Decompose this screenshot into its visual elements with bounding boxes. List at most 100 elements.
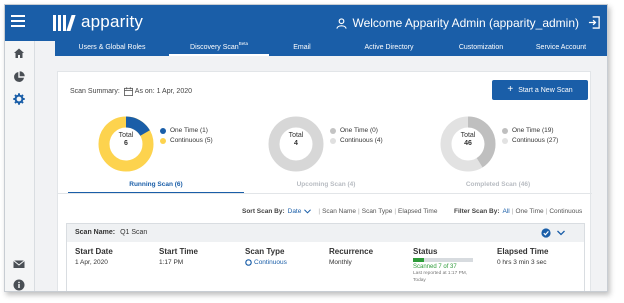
- elapsed-time-value: 0 hrs 3 min 3 sec: [497, 259, 547, 266]
- scan-name-label: Scan Name:: [75, 229, 116, 236]
- running-total: Total 6: [98, 132, 154, 148]
- tab-customization[interactable]: Customization: [443, 41, 519, 56]
- start-date-header: Start Date: [75, 247, 113, 256]
- home-icon[interactable]: [13, 47, 25, 59]
- tab-users-global-roles[interactable]: Users & Global Roles: [55, 41, 169, 56]
- chevron-down-icon[interactable]: [557, 230, 565, 236]
- scan-content: Scan Summary: As on: 1 Apr, 2020 + Start …: [57, 71, 592, 291]
- continuous-legend: Continuous (27): [512, 137, 559, 144]
- start-time-column: Start Time 1:17 PM: [159, 247, 198, 266]
- filter-option-one-time[interactable]: One Time: [515, 208, 543, 215]
- status-header: Status: [413, 247, 438, 256]
- filter-group: Filter Scan By: All | One Time | Continu…: [454, 208, 582, 215]
- scan-item[interactable]: Scan Name: Q1 Scan Start Date 1 Apr, 2020…: [66, 223, 585, 291]
- sort-option-scan-type[interactable]: Scan Type: [362, 208, 393, 215]
- one-time-legend: One Time (0): [340, 127, 378, 134]
- logout-icon[interactable]: [588, 16, 601, 29]
- pie-chart-icon[interactable]: [13, 71, 25, 83]
- gear-icon[interactable]: [13, 93, 25, 105]
- continuous-icon: [245, 259, 252, 266]
- separator: |: [394, 208, 397, 215]
- continuous-dot: [330, 138, 336, 144]
- logo-text: apparity: [81, 12, 144, 31]
- start-time-header: Start Time: [159, 247, 198, 256]
- filter-label: Filter Scan By:: [454, 208, 500, 215]
- upcoming-legend: One Time (0) Continuous (4): [330, 126, 383, 146]
- recurrence-column: Recurrence Monthly: [329, 247, 373, 266]
- one-time-dot: [330, 128, 336, 134]
- scan-type-value: Continuous: [245, 259, 287, 266]
- beta-badge: Beta: [238, 41, 248, 46]
- tab-active-directory[interactable]: Active Directory: [335, 41, 443, 56]
- scan-progress-bar: [413, 258, 473, 262]
- calendar-icon: [123, 87, 133, 96]
- start-new-scan-label: Start a New Scan: [518, 86, 573, 94]
- upcoming-scan-title: Upcoming Scan (4): [296, 181, 356, 188]
- continuous-legend: Continuous (4): [340, 137, 383, 144]
- total-label: Total: [460, 132, 476, 139]
- total-value: 46: [464, 140, 472, 147]
- upcoming-scan-card[interactable]: Total 4 One Time (0) Continuous (4) Upcom…: [238, 108, 414, 192]
- total-label: Total: [118, 132, 134, 139]
- sort-option-date[interactable]: Date: [288, 208, 302, 215]
- completed-total: Total 46: [440, 132, 496, 148]
- completed-legend: One Time (19) Continuous (27): [502, 126, 558, 146]
- sort-option-elapsed-time[interactable]: Elapsed Time: [398, 208, 437, 215]
- divider: [58, 193, 592, 194]
- filter-option-all[interactable]: All: [503, 208, 510, 215]
- tab-email[interactable]: Email: [269, 41, 335, 56]
- upcoming-total: Total 4: [268, 132, 324, 148]
- one-time-dot: [502, 128, 508, 134]
- check-circle-icon[interactable]: [541, 228, 551, 238]
- running-scan-title: Running Scan (6): [129, 181, 183, 188]
- one-time-legend: One Time (19): [512, 127, 554, 134]
- mail-icon[interactable]: [13, 258, 25, 270]
- status-column: Status Scanned 7 of 37 Last reported at …: [413, 247, 473, 284]
- total-value: 4: [294, 140, 298, 147]
- start-date-column: Start Date 1 Apr, 2020: [75, 247, 113, 266]
- scan-summary-label: Scan Summary:: [70, 88, 120, 95]
- continuous-dot: [160, 138, 166, 144]
- separator: |: [545, 208, 548, 215]
- continuous-legend: Continuous (5): [170, 137, 213, 144]
- separator: |: [358, 208, 360, 215]
- running-legend: One Time (1) Continuous (5): [160, 126, 213, 146]
- recurrence-header: Recurrence: [329, 247, 374, 256]
- user-icon: [336, 17, 348, 29]
- elapsed-time-header: Elapsed Time: [497, 247, 549, 256]
- scan-type-column: Scan Type Continuous: [245, 247, 287, 266]
- scan-type-text: Continuous: [254, 259, 287, 266]
- hamburger-menu-icon[interactable]: [11, 15, 25, 29]
- one-time-legend: One Time (1): [170, 127, 208, 134]
- separator: |: [511, 208, 514, 215]
- plus-icon: +: [507, 84, 514, 95]
- as-on-date: As on: 1 Apr, 2020: [134, 88, 193, 95]
- sidebar: [5, 41, 35, 291]
- recurrence-value: Monthly: [329, 259, 352, 266]
- settings-nav: Users & Global Roles Discovery ScanBeta …: [55, 41, 607, 56]
- apparity-logo: apparity: [53, 13, 143, 31]
- scan-progress-fill: [413, 258, 425, 262]
- sort-option-scan-name[interactable]: Scan Name: [322, 208, 356, 215]
- scanned-count: Scanned 7 of 37: [413, 264, 457, 270]
- start-new-scan-button[interactable]: + Start a New Scan: [492, 80, 588, 100]
- completed-scan-card[interactable]: Total 46 One Time (19) Continuous (27) Co…: [410, 108, 586, 192]
- tab-service-account[interactable]: Service Account: [519, 41, 603, 56]
- welcome-text: Welcome Apparity Admin (apparity_admin): [352, 16, 579, 30]
- user-menu[interactable]: Welcome Apparity Admin (apparity_admin): [336, 16, 579, 30]
- last-reported-text: Last reported at 1:17 PM,: [413, 271, 468, 276]
- app-window: apparity Welcome Apparity Admin (apparit…: [4, 4, 608, 292]
- tab-discovery-scan[interactable]: Discovery ScanBeta: [169, 41, 269, 56]
- running-scan-card[interactable]: Total 6 One Time (1) Continuous (5) Runni…: [68, 108, 244, 194]
- top-bar: apparity Welcome Apparity Admin (apparit…: [5, 5, 607, 41]
- filter-option-continuous[interactable]: Continuous: [549, 208, 582, 215]
- scan-item-header: Scan Name: Q1 Scan: [67, 224, 584, 242]
- scan-name: Scan Name: Q1 Scan: [75, 229, 147, 236]
- last-reported-day: Today: [413, 278, 426, 283]
- elapsed-time-column: Elapsed Time 0 hrs 3 min 3 sec: [497, 247, 548, 266]
- total-label: Total: [288, 132, 304, 139]
- info-icon[interactable]: [13, 279, 25, 291]
- chevron-down-icon[interactable]: [304, 209, 312, 214]
- completed-scan-title: Completed Scan (46): [465, 181, 531, 188]
- sort-label: Sort Scan By:: [242, 208, 285, 215]
